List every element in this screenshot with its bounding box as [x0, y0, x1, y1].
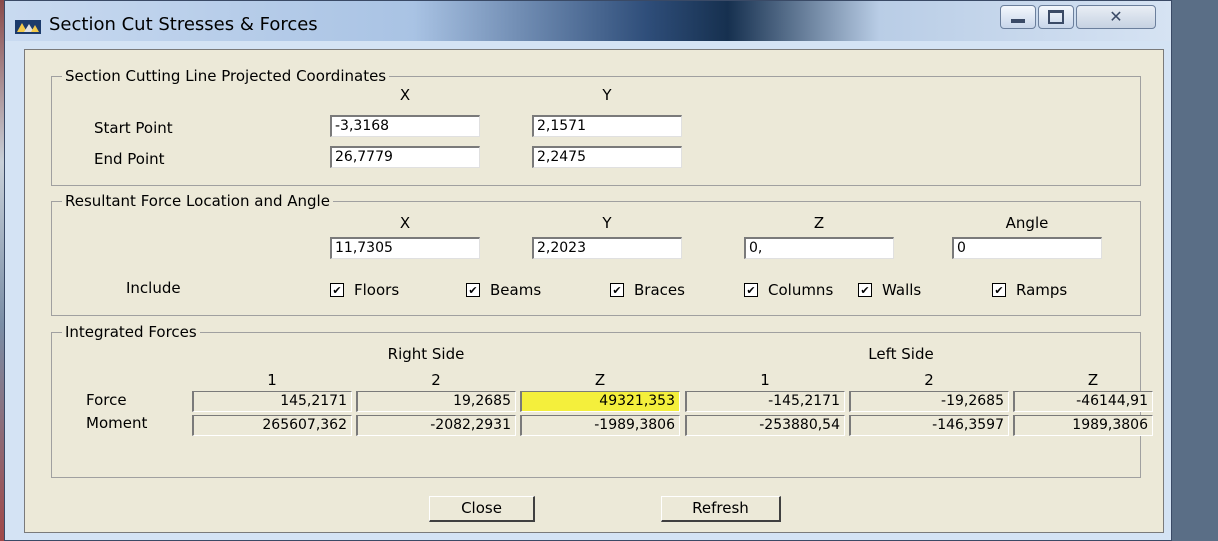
moment-left-1: -253880,54 [685, 415, 845, 436]
columns-label: Columns [768, 281, 834, 299]
maximize-icon [1048, 10, 1064, 24]
force-right-2: 19,2685 [356, 391, 516, 412]
force-left-z: -46144,91 [1013, 391, 1153, 412]
resultant-z-header: Z [813, 214, 825, 232]
floors-label: Floors [354, 281, 400, 299]
minimize-icon [1011, 19, 1025, 23]
force-right-1: 145,2171 [192, 391, 352, 412]
y-header: Y [602, 86, 612, 104]
end-x-field[interactable]: 26,7779 [330, 146, 480, 168]
end-point-label: End Point [94, 150, 165, 168]
coordinates-group-title: Section Cutting Line Projected Coordinat… [62, 68, 390, 84]
walls-label: Walls [882, 281, 922, 299]
title-bar[interactable]: Section Cut Stresses & Forces ✕ [5, 1, 1171, 41]
check-icon: ✔ [992, 283, 1006, 297]
beams-checkbox[interactable]: ✔ Beams [466, 281, 541, 299]
dialog-window: Section Cut Stresses & Forces ✕ Section … [4, 0, 1172, 541]
resultant-y-header: Y [602, 214, 612, 232]
ramps-label: Ramps [1016, 281, 1068, 299]
coordinates-group: Section Cutting Line Projected Coordinat… [51, 68, 1141, 186]
moment-left-z: 1989,3806 [1013, 415, 1153, 436]
col-header-left-2: 2 [924, 371, 934, 389]
resultant-x-field[interactable]: 11,7305 [330, 237, 480, 259]
moment-right-2: -2082,2931 [356, 415, 516, 436]
start-y-field[interactable]: 2,1571 [532, 115, 682, 137]
col-header-right-1: 1 [267, 371, 277, 389]
angle-header: Angle [1005, 214, 1049, 232]
angle-field[interactable]: 0 [952, 237, 1102, 259]
resultant-group: Resultant Force Location and Angle X Y Z… [51, 193, 1141, 316]
resultant-y-field[interactable]: 2,2023 [532, 237, 682, 259]
include-label: Include [126, 279, 181, 297]
col-header-left-1: 1 [760, 371, 770, 389]
left-side-header: Left Side [868, 345, 934, 363]
end-y-field[interactable]: 2,2475 [532, 146, 682, 168]
col-header-right-z: Z [594, 371, 606, 389]
refresh-button[interactable]: Refresh [661, 496, 781, 522]
force-left-2: -19,2685 [849, 391, 1009, 412]
moment-row-label: Moment [86, 414, 148, 432]
close-window-button[interactable]: ✕ [1076, 5, 1156, 29]
braces-label: Braces [634, 281, 685, 299]
moment-left-2: -146,3597 [849, 415, 1009, 436]
columns-checkbox[interactable]: ✔ Columns [744, 281, 833, 299]
check-icon: ✔ [610, 283, 624, 297]
floors-checkbox[interactable]: ✔ Floors [330, 281, 399, 299]
force-right-z: 49321,353 [520, 391, 680, 412]
braces-checkbox[interactable]: ✔ Braces [610, 281, 685, 299]
force-left-1: -145,2171 [685, 391, 845, 412]
close-icon: ✕ [1109, 7, 1123, 26]
beams-label: Beams [490, 281, 542, 299]
window-title: Section Cut Stresses & Forces [49, 14, 318, 35]
check-icon: ✔ [330, 283, 344, 297]
dialog-client: Section Cutting Line Projected Coordinat… [24, 49, 1164, 533]
app-icon [15, 19, 41, 34]
resultant-group-title: Resultant Force Location and Angle [62, 193, 333, 209]
integrated-forces-group: Integrated Forces Right Side Left Side 1… [51, 324, 1153, 478]
resultant-z-field[interactable]: 0, [744, 237, 894, 259]
check-icon: ✔ [744, 283, 758, 297]
maximize-button[interactable] [1038, 5, 1074, 29]
walls-checkbox[interactable]: ✔ Walls [858, 281, 921, 299]
integrated-forces-title: Integrated Forces [62, 324, 200, 340]
start-x-field[interactable]: -3,3168 [330, 115, 480, 137]
start-point-label: Start Point [94, 119, 173, 137]
close-button[interactable]: Close [429, 496, 535, 522]
right-side-header: Right Side [387, 345, 465, 363]
resultant-x-header: X [399, 214, 411, 232]
check-icon: ✔ [858, 283, 872, 297]
force-row-label: Force [86, 391, 127, 409]
x-header: X [399, 86, 411, 104]
col-header-left-z: Z [1087, 371, 1099, 389]
col-header-right-2: 2 [431, 371, 441, 389]
moment-right-z: -1989,3806 [520, 415, 680, 436]
moment-right-1: 265607,362 [192, 415, 352, 436]
check-icon: ✔ [466, 283, 480, 297]
minimize-button[interactable] [1000, 5, 1036, 29]
ramps-checkbox[interactable]: ✔ Ramps [992, 281, 1067, 299]
